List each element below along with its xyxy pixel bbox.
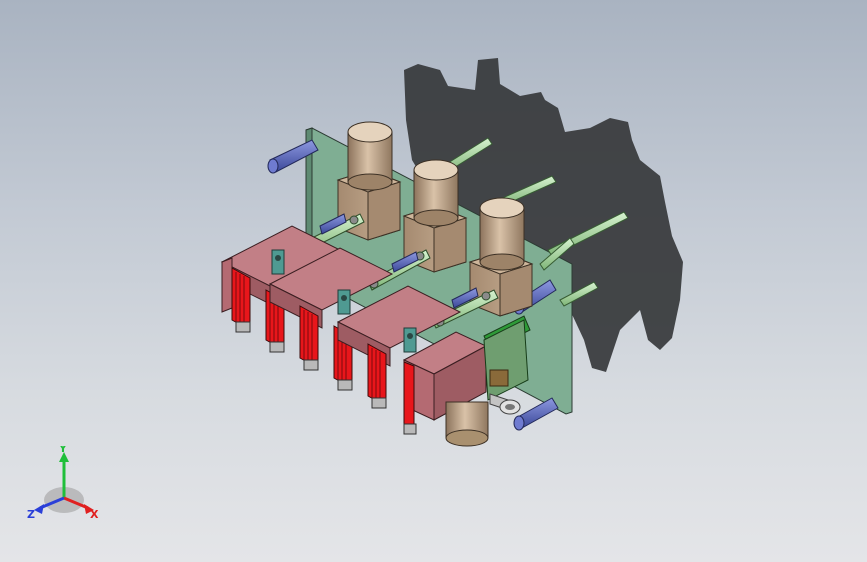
bracket-tab-1	[271, 249, 285, 275]
bracket-tab-2	[337, 289, 351, 315]
z-axis-arrow	[34, 504, 44, 514]
x-axis-label: X	[90, 508, 99, 521]
coil-3a	[367, 343, 387, 409]
coil-1a	[231, 267, 251, 333]
bottom-knob[interactable]	[445, 401, 489, 447]
orientation-triad[interactable]: Y X Z	[24, 446, 108, 530]
coil-2a	[299, 305, 319, 371]
bracket-tab-3	[403, 327, 417, 353]
silver-connector	[489, 393, 521, 415]
z-axis-label: Z	[27, 508, 35, 521]
cad-model-view[interactable]	[0, 0, 867, 562]
3d-viewport[interactable]: Y X Z	[0, 0, 867, 562]
y-axis-label: Y	[58, 446, 68, 455]
